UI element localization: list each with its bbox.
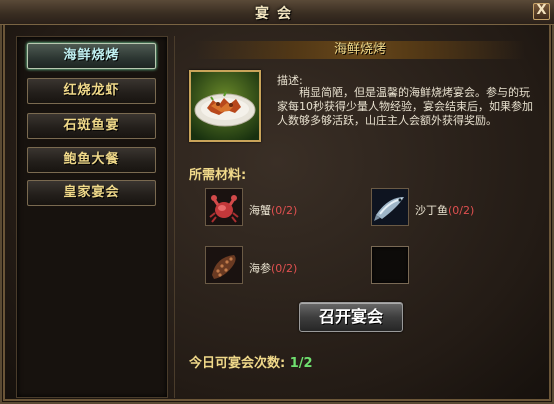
banquet-detail: 海鲜烧烤 描述: 稍显简陋，但是温馨的海鲜烧烤宴会。参与的玩家每10秒获得少量人… [174,36,540,398]
menu-item-seafood-bbq[interactable]: 海鲜烧烤 [27,43,156,69]
sea-cucumber-icon [206,247,242,283]
material-sardine-name: 沙丁鱼 [415,204,448,217]
material-slot-sardine[interactable] [371,188,409,226]
daily-count-value: 1/2 [289,356,313,371]
material-crab-count: (0/2) [271,204,298,217]
title-bar: 宴会 X [0,0,554,25]
daily-banquet-count: 今日可宴会次数: 1/2 [189,352,313,371]
crab-icon [206,189,242,225]
material-sea-cucumber-name: 海参 [249,262,271,275]
menu-item-royal-banquet[interactable]: 皇家宴会 [27,180,156,206]
description-text: 稍显简陋，但是温馨的海鲜烧烤宴会。参与的玩家每10秒获得少量人物经验，宴会结束后… [277,86,533,127]
material-sardine-label: 沙丁鱼(0/2) [415,202,474,218]
menu-item-grouper-feast[interactable]: 石斑鱼宴 [27,113,156,139]
sardine-icon [372,189,408,225]
window-title: 宴会 [255,6,299,22]
material-sea-cucumber-label: 海参(0/2) [249,260,297,276]
menu-item-abalone-feast[interactable]: 鲍鱼大餐 [27,147,156,173]
close-button[interactable]: X [533,3,550,20]
material-slot-empty[interactable] [371,246,409,284]
material-crab-name: 海蟹 [249,204,271,217]
material-sardine-count: (0/2) [448,204,475,217]
seafood-bbq-dish-image [189,70,261,142]
material-slot-sea-cucumber[interactable] [205,246,243,284]
material-slot-crab[interactable] [205,188,243,226]
materials-label: 所需材料: [189,168,247,183]
open-banquet-button[interactable]: 召开宴会 [299,302,403,332]
material-sea-cucumber-count: (0/2) [271,262,298,275]
daily-count-label: 今日可宴会次数: [189,356,286,371]
material-crab-label: 海蟹(0/2) [249,202,297,218]
detail-title: 海鲜烧烤 [195,41,525,59]
menu-item-braised-lobster[interactable]: 红烧龙虾 [27,78,156,104]
banquet-menu: 海鲜烧烤 红烧龙虾 石斑鱼宴 鲍鱼大餐 皇家宴会 [16,36,168,398]
